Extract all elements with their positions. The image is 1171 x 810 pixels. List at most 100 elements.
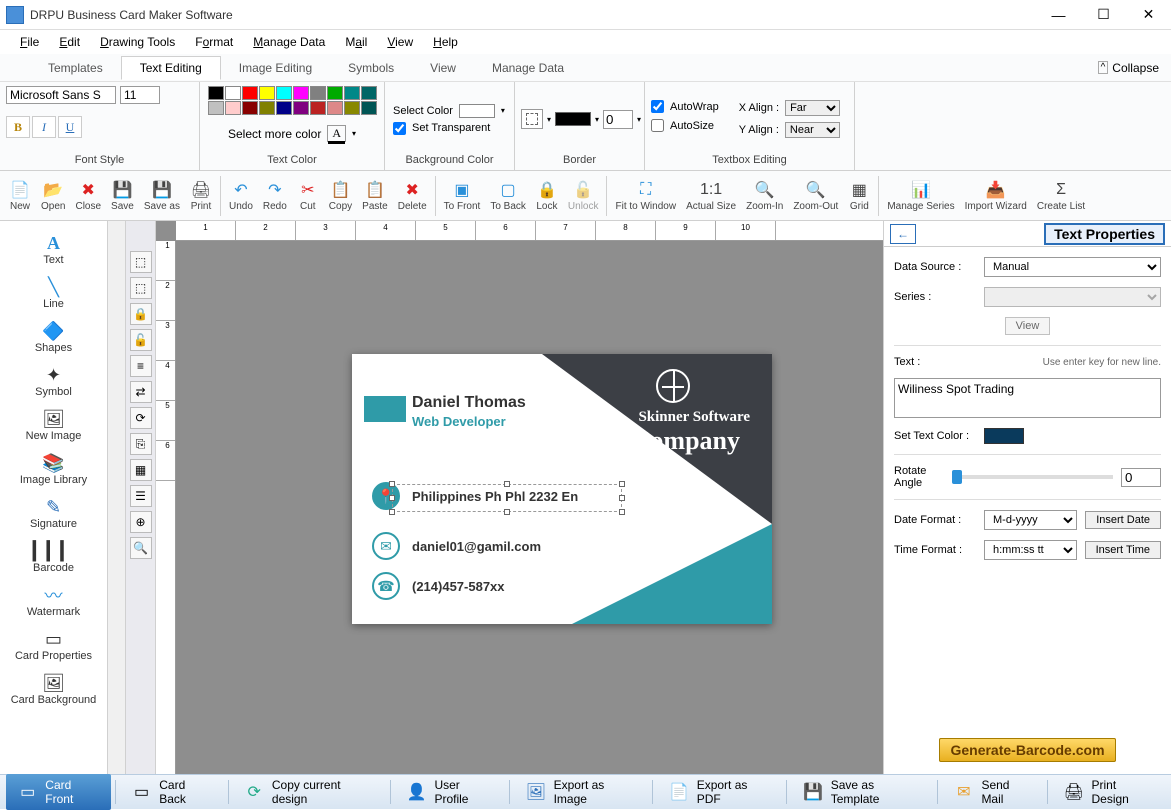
color-swatch[interactable] <box>225 101 241 115</box>
menu-edit[interactable]: Edit <box>49 33 90 51</box>
send-mail-button[interactable]: ✉Send Mail <box>942 774 1043 810</box>
print-design-button[interactable]: 🖨Print Design <box>1052 774 1165 810</box>
mt-target[interactable]: ⊕ <box>130 511 152 533</box>
color-swatch[interactable] <box>293 101 309 115</box>
set-transparent-checkbox[interactable] <box>393 122 406 135</box>
tool-symbol[interactable]: ✦Symbol <box>2 359 105 403</box>
mt-ungroup[interactable]: ⬚ <box>130 277 152 299</box>
print-button[interactable]: 🖨Print <box>185 173 217 219</box>
import-wizard-button[interactable]: 📥Import Wizard <box>960 173 1032 219</box>
autosize-checkbox[interactable] <box>651 119 664 132</box>
tab-symbols[interactable]: Symbols <box>330 57 412 79</box>
autowrap-checkbox[interactable] <box>651 100 664 113</box>
tool-new-image[interactable]: 🖼New Image <box>2 403 105 447</box>
unlock-button[interactable]: 🔓Unlock <box>563 173 604 219</box>
border-style-button[interactable] <box>521 109 543 129</box>
tab-manage-data[interactable]: Manage Data <box>474 57 582 79</box>
text-value-input[interactable]: Wiliness Spot Trading <box>894 378 1161 418</box>
collapse-ribbon[interactable]: ^Collapse <box>1098 61 1159 75</box>
tab-templates[interactable]: Templates <box>30 57 121 79</box>
copy-design-button[interactable]: ⟳Copy current design <box>233 774 387 810</box>
tool-shapes[interactable]: 🔷Shapes <box>2 315 105 359</box>
close-button[interactable]: ✕ <box>1126 0 1171 30</box>
maximize-button[interactable]: ☐ <box>1081 0 1126 30</box>
card-location[interactable]: Philippines Ph Phl 2232 En <box>412 489 578 504</box>
menu-help[interactable]: Help <box>423 33 468 51</box>
color-swatch[interactable] <box>242 86 258 100</box>
tab-text-editing[interactable]: Text Editing <box>121 56 221 80</box>
save-button[interactable]: 💾Save <box>106 173 139 219</box>
save-template-button[interactable]: 💾Save as Template <box>791 774 933 810</box>
toback-button[interactable]: ▢To Back <box>485 173 531 219</box>
open-button[interactable]: 📂Open <box>36 173 70 219</box>
underline-button[interactable]: U <box>58 116 82 138</box>
zoomout-button[interactable]: 🔍Zoom-Out <box>788 173 843 219</box>
card-front-tab[interactable]: ▭Card Front <box>6 774 111 810</box>
create-list-button[interactable]: ΣCreate List <box>1032 173 1090 219</box>
lock-button[interactable]: 🔒Lock <box>531 173 563 219</box>
rotate-slider[interactable] <box>952 475 1113 479</box>
bold-button[interactable]: B <box>6 116 30 138</box>
color-swatch[interactable] <box>225 86 241 100</box>
tool-text[interactable]: AText <box>2 227 105 271</box>
mt-align[interactable]: ≡ <box>130 355 152 377</box>
fit-button[interactable]: ⛶Fit to Window <box>610 173 681 219</box>
color-swatch[interactable] <box>361 101 377 115</box>
menu-mail[interactable]: Mail <box>335 33 377 51</box>
mt-layers[interactable]: ☰ <box>130 485 152 507</box>
tool-card-properties[interactable]: ▭Card Properties <box>2 623 105 667</box>
color-swatch[interactable] <box>208 101 224 115</box>
tab-view[interactable]: View <box>412 57 474 79</box>
card-name[interactable]: Daniel Thomas <box>412 394 526 412</box>
props-back-button[interactable]: ← <box>890 224 916 244</box>
bg-color-swatch[interactable] <box>459 104 495 118</box>
card-role[interactable]: Web Developer <box>412 414 506 429</box>
yalign-select[interactable]: Near <box>785 122 840 138</box>
xalign-select[interactable]: Far <box>785 100 840 116</box>
zoomin-button[interactable]: 🔍Zoom-In <box>741 173 788 219</box>
copy-button[interactable]: 📋Copy <box>324 173 357 219</box>
menu-file[interactable]: File <box>10 33 49 51</box>
time-format-select[interactable]: h:mm:ss tt <box>984 540 1077 560</box>
user-profile-button[interactable]: 👤User Profile <box>395 774 505 810</box>
color-swatch[interactable] <box>327 101 343 115</box>
card-email[interactable]: daniel01@gamil.com <box>412 539 541 554</box>
card-company-line1[interactable]: Skinner Software <box>638 409 750 426</box>
border-color-swatch[interactable] <box>555 112 591 126</box>
date-format-select[interactable]: M-d-yyyy <box>984 510 1077 530</box>
tool-image-library[interactable]: 📚Image Library <box>2 447 105 491</box>
mt-dup[interactable]: ⎘ <box>130 433 152 455</box>
mt-lock[interactable]: 🔒 <box>130 303 152 325</box>
color-swatch[interactable] <box>259 101 275 115</box>
card-back-tab[interactable]: ▭Card Back <box>120 774 224 810</box>
redo-button[interactable]: ↷Redo <box>258 173 292 219</box>
menu-view[interactable]: View <box>377 33 423 51</box>
tool-card-background[interactable]: 🖼Card Background <box>2 667 105 711</box>
grid-button[interactable]: ▦Grid <box>843 173 875 219</box>
tool-watermark[interactable]: 〰Watermark <box>2 579 105 623</box>
card-company-line2[interactable]: Company <box>632 426 740 456</box>
delete-button[interactable]: ✖Delete <box>393 173 432 219</box>
color-swatch[interactable] <box>310 86 326 100</box>
italic-button[interactable]: I <box>32 116 56 138</box>
color-swatch[interactable] <box>276 86 292 100</box>
manage-series-button[interactable]: 📊Manage Series <box>882 173 959 219</box>
color-swatch[interactable] <box>276 101 292 115</box>
rotate-value[interactable] <box>1121 468 1161 487</box>
saveas-button[interactable]: 💾Save as <box>139 173 185 219</box>
mt-zoom[interactable]: 🔍 <box>130 537 152 559</box>
font-name-select[interactable] <box>6 86 116 104</box>
color-swatch[interactable] <box>208 86 224 100</box>
text-color-swatch[interactable] <box>984 428 1024 444</box>
insert-time-button[interactable]: Insert Time <box>1085 541 1161 559</box>
actual-button[interactable]: 1:1Actual Size <box>681 173 741 219</box>
mt-grid[interactable]: ▦ <box>130 459 152 481</box>
data-source-select[interactable]: Manual <box>984 257 1161 277</box>
color-swatch[interactable] <box>344 86 360 100</box>
close-button-tb[interactable]: ✖Close <box>70 173 106 219</box>
font-size-select[interactable] <box>120 86 160 104</box>
tool-line[interactable]: ╲Line <box>2 271 105 315</box>
export-image-button[interactable]: 🖼Export as Image <box>514 774 648 810</box>
mt-flip[interactable]: ⇄ <box>130 381 152 403</box>
insert-date-button[interactable]: Insert Date <box>1085 511 1161 529</box>
